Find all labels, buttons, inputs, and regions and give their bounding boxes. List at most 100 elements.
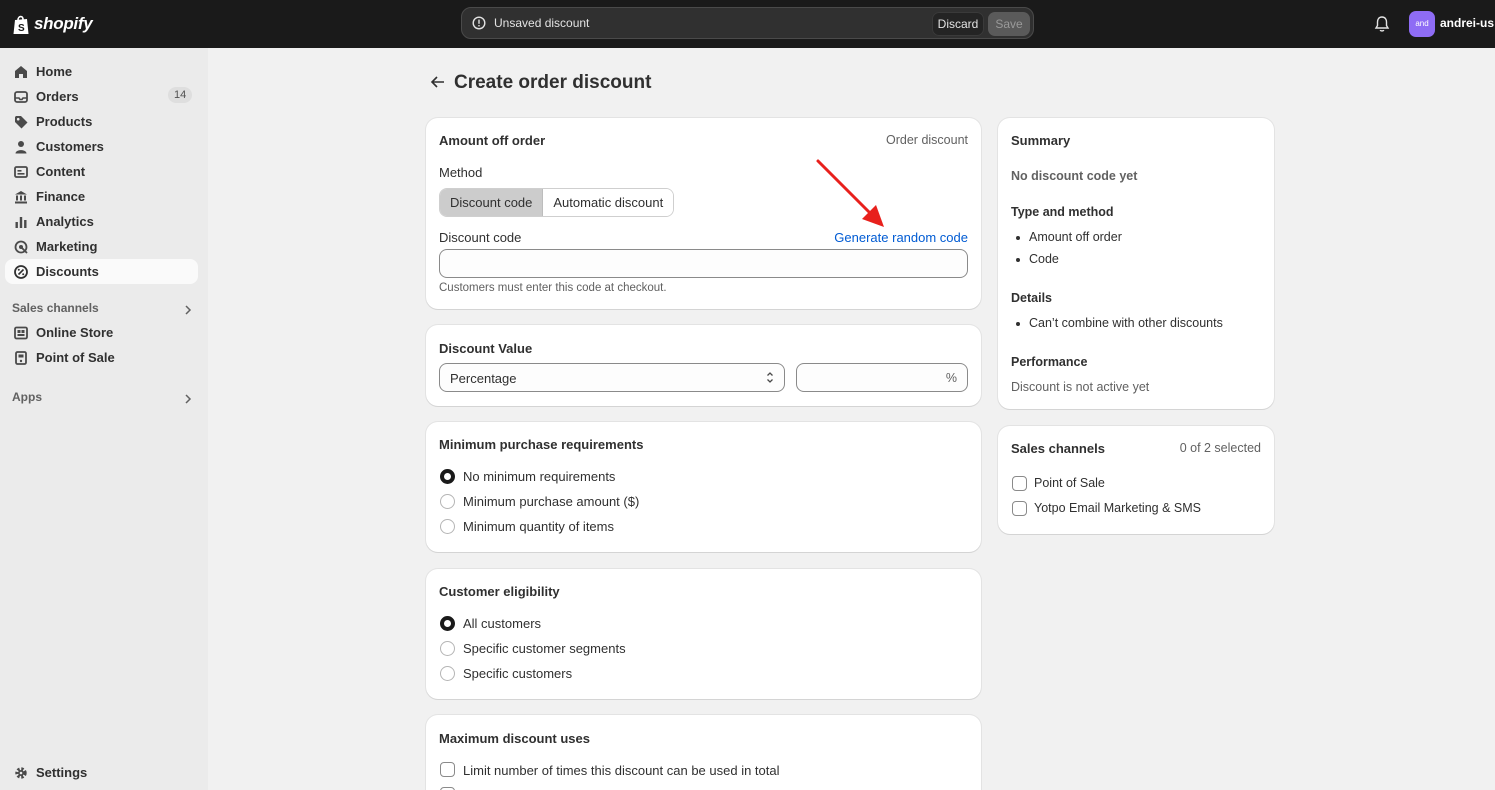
radio-label[interactable]: All customers: [463, 616, 541, 631]
shopify-logo[interactable]: S shopify: [12, 12, 93, 36]
performance-text: Discount is not active yet: [1011, 380, 1150, 394]
top-bar: S shopify Unsaved discount Discard Save …: [0, 0, 1495, 48]
checkbox-point-of-sale[interactable]: [1012, 476, 1027, 491]
radio-minimum-amount[interactable]: [440, 494, 455, 509]
radio-label[interactable]: Specific customer segments: [463, 641, 626, 656]
card-title: Maximum discount uses: [439, 731, 590, 746]
sidebar-item-analytics[interactable]: Analytics: [5, 209, 198, 234]
list-item: Can’t combine with other discounts: [1011, 316, 1223, 338]
sidebar-item-content[interactable]: Content: [5, 159, 198, 184]
customer-eligibility-card: Customer eligibility All customers Speci…: [426, 569, 981, 699]
bank-icon: [15, 191, 27, 204]
sales-channels-heading[interactable]: Sales channels: [12, 301, 99, 315]
generate-random-code-link[interactable]: Generate random code: [834, 230, 968, 245]
select-value: Percentage: [450, 371, 517, 386]
checkbox-label[interactable]: Limit number of times this discount can …: [463, 763, 780, 778]
sidebar-item-point-of-sale[interactable]: Point of Sale: [5, 345, 198, 370]
bell-icon[interactable]: [1374, 15, 1390, 33]
avatar[interactable]: and: [1409, 11, 1435, 37]
discount-value-type-select[interactable]: Percentage: [439, 363, 785, 392]
sidebar-item-label: Discounts: [36, 264, 99, 279]
pos-icon: [15, 351, 27, 365]
list-item: Amount off order: [1011, 230, 1122, 252]
performance-heading: Performance: [1011, 355, 1088, 369]
percent-suffix: %: [945, 371, 957, 385]
radio-label[interactable]: Minimum purchase amount ($): [463, 494, 639, 509]
discount-value-input[interactable]: %: [796, 363, 968, 392]
shopify-bag-icon: S: [13, 15, 29, 34]
sidebar-item-label: Customers: [36, 139, 104, 154]
discount-code-label: Discount code: [439, 230, 522, 245]
sidebar-item-label: Products: [36, 114, 93, 129]
sidebar-item-label: Analytics: [36, 214, 94, 229]
chevron-right-icon[interactable]: [184, 393, 192, 405]
page-title: Create order discount: [454, 72, 652, 93]
orders-icon: [14, 91, 28, 103]
radio-minimum-quantity[interactable]: [440, 519, 455, 534]
save-button[interactable]: Save: [988, 12, 1030, 36]
method-segmented-control: Discount code Automatic discount: [439, 188, 675, 217]
amount-off-order-card: Amount off order Order discount Method D…: [426, 118, 981, 309]
radio-customer-segments[interactable]: [440, 641, 455, 656]
radio-label[interactable]: No minimum requirements: [463, 469, 615, 484]
card-title: Sales channels: [1011, 441, 1105, 456]
sidebar-item-discounts[interactable]: Discounts: [5, 259, 198, 284]
unsaved-changes-bar: Unsaved discount Discard Save: [461, 7, 1034, 39]
discount-type-label: Order discount: [886, 133, 968, 147]
apps-heading[interactable]: Apps: [12, 390, 42, 404]
chevron-right-icon[interactable]: [184, 304, 192, 316]
sidebar-item-label: Home: [36, 64, 73, 79]
tag-icon: [15, 116, 28, 129]
radio-no-minimum[interactable]: [440, 469, 455, 484]
gear-icon: [15, 767, 27, 779]
select-chevrons-icon: [767, 372, 773, 383]
sidebar-item-label: Finance: [36, 189, 86, 204]
checkbox-label[interactable]: Yotpo Email Marketing & SMS: [1034, 501, 1201, 515]
summary-code-status: No discount code yet: [1011, 169, 1138, 183]
discount-value-card: Discount Value Percentage %: [426, 325, 981, 406]
list-item: Code: [1011, 252, 1122, 274]
checkbox-label[interactable]: Point of Sale: [1034, 476, 1105, 490]
card-title: Amount off order: [439, 133, 546, 148]
type-method-heading: Type and method: [1011, 205, 1114, 219]
discount-code-input[interactable]: [439, 249, 968, 278]
unsaved-text: Unsaved discount: [494, 16, 590, 30]
sidebar-item-label: Content: [36, 164, 86, 179]
minimum-purchase-card: Minimum purchase requirements No minimum…: [426, 422, 981, 552]
sidebar-item-marketing[interactable]: Marketing: [5, 234, 198, 259]
sidebar-item-orders[interactable]: Orders 14: [5, 84, 198, 109]
arrow-left-icon[interactable]: [430, 75, 446, 89]
sales-channels-card: Sales channels 0 of 2 selected Point of …: [998, 426, 1274, 534]
channels-selected-count: 0 of 2 selected: [1179, 441, 1261, 455]
discard-button[interactable]: Discard: [932, 12, 984, 36]
discount-code-help-text: Customers must enter this code at checko…: [439, 282, 667, 294]
username[interactable]: andrei-us: [1440, 16, 1494, 30]
svg-text:S: S: [18, 23, 25, 34]
details-list: Can’t combine with other discounts: [1011, 316, 1223, 338]
sidebar-item-settings[interactable]: Settings: [5, 760, 198, 785]
bar-chart-icon: [15, 217, 27, 228]
sidebar-item-products[interactable]: Products: [5, 109, 198, 134]
maximum-uses-card: Maximum discount uses Limit number of ti…: [426, 715, 981, 790]
summary-card: Summary No discount code yet Type and me…: [998, 118, 1274, 409]
radio-all-customers[interactable]: [440, 616, 455, 631]
type-method-list: Amount off order Code: [1011, 230, 1122, 273]
radio-specific-customers[interactable]: [440, 666, 455, 681]
checkbox-limit-total-uses[interactable]: [440, 762, 455, 777]
sidebar-item-online-store[interactable]: Online Store: [5, 320, 198, 345]
sidebar-item-home[interactable]: Home: [5, 59, 198, 84]
sidebar-item-finance[interactable]: Finance: [5, 184, 198, 209]
store-icon: [14, 326, 28, 340]
method-option-discount-code[interactable]: Discount code: [440, 189, 544, 216]
content-icon: [14, 166, 28, 178]
alert-circle-icon: [472, 16, 486, 30]
target-icon: [14, 240, 28, 254]
sidebar-item-customers[interactable]: Customers: [5, 134, 198, 159]
radio-label[interactable]: Minimum quantity of items: [463, 519, 614, 534]
sidebar-item-label: Orders: [36, 89, 79, 104]
logo-text: shopify: [34, 14, 93, 33]
checkbox-yotpo[interactable]: [1012, 501, 1027, 516]
radio-label[interactable]: Specific customers: [463, 666, 572, 681]
method-option-automatic-discount[interactable]: Automatic discount: [543, 189, 674, 216]
home-icon: [15, 66, 27, 78]
